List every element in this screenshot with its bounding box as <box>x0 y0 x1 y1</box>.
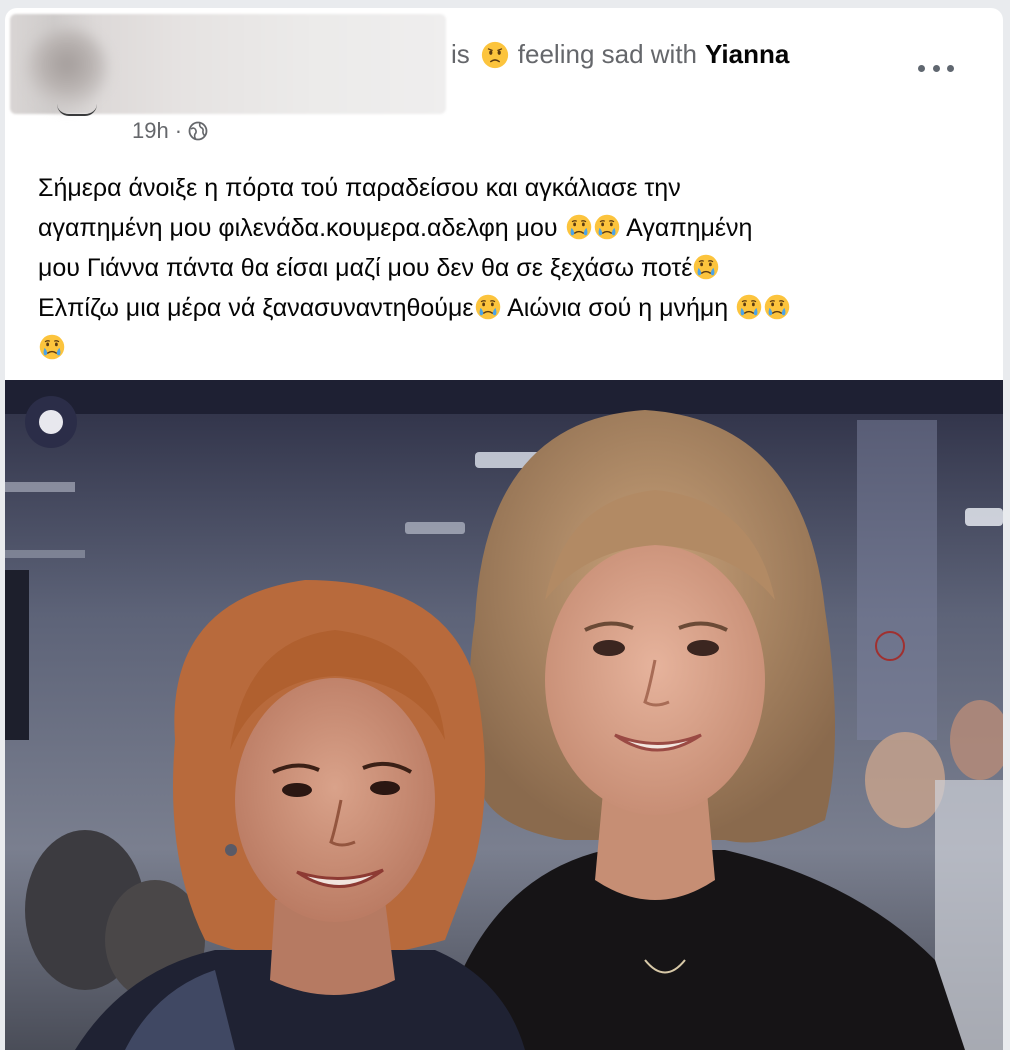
post-photo[interactable] <box>5 380 1003 1050</box>
post-card: is feeling sad with Yianna 19h · Σήμερα … <box>5 8 1003 1050</box>
post-line-1: Σήμερα άνοιξε η πόρτα τού παραδείσου και… <box>38 174 681 202</box>
post-message: Σήμερα άνοιξε η πόρτα τού παραδείσου και… <box>38 168 978 368</box>
feeling-label[interactable]: feeling sad with <box>518 39 697 70</box>
crying-face-icon <box>474 293 502 321</box>
globe-icon[interactable] <box>188 121 208 141</box>
meta-separator: · <box>174 118 183 143</box>
crying-face-icon <box>38 333 66 361</box>
post-line-4b: Αιώνια σού η μνήμη <box>507 294 729 322</box>
activity-verb: is <box>451 39 470 69</box>
avatar-outline <box>57 104 97 116</box>
photo-illustration <box>5 380 1003 1050</box>
post-line-3: μου Γιάννα πάντα θα είσαι μαζί μου δεν θ… <box>38 254 693 282</box>
crying-face-icon <box>692 253 720 281</box>
post-activity-line: is feeling sad with Yianna <box>451 39 789 70</box>
post-line-2b: Αγαπημένη <box>626 214 753 242</box>
more-options-icon[interactable] <box>918 58 954 78</box>
crying-face-icon <box>735 293 763 321</box>
crying-face-icon <box>565 213 593 241</box>
tagged-person-link[interactable]: Yianna <box>705 39 789 70</box>
post-line-4: Ελπίζω μια μέρα νά ξανασυναντηθούμε <box>38 294 474 322</box>
post-line-2: αγαπημένη μου φιλενάδα.κουμερα.αδελφη μο… <box>38 214 558 242</box>
crying-face-icon <box>593 213 621 241</box>
post-header: is feeling sad with Yianna 19h · <box>5 8 1003 158</box>
sad-face-icon <box>481 41 508 68</box>
crying-face-icon <box>763 293 791 321</box>
post-timestamp-link[interactable]: 19h <box>132 118 169 144</box>
post-meta: 19h · <box>132 118 208 144</box>
avatar[interactable] <box>27 28 107 108</box>
